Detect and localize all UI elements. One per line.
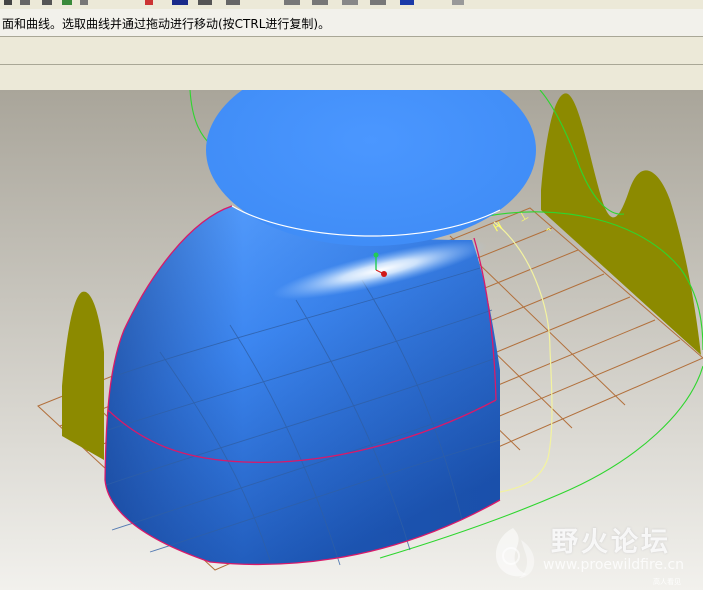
dim-label-arrow: ⌃: [544, 226, 553, 239]
dashboard-bar: [0, 37, 703, 65]
graphics-viewport[interactable]: H ⊥ ⌃ 野火论坛 www.proewildfire.cn 高人看见: [0, 90, 703, 590]
toolbar-icon[interactable]: [226, 0, 240, 5]
model-view[interactable]: H ⊥ ⌃: [0, 90, 703, 590]
toolbar-icon[interactable]: [370, 0, 386, 5]
message-bar: 面和曲线。选取曲线并通过拖动进行移动(按CTRL进行复制)。: [0, 9, 703, 37]
watermark-title: 野火论坛: [551, 527, 671, 558]
toolbar-icon[interactable]: [20, 0, 30, 5]
toolbar-icon[interactable]: [42, 0, 52, 5]
toolbar-icon[interactable]: [145, 0, 153, 5]
toolbar-icon[interactable]: [172, 0, 188, 5]
watermark-small-text: 高人看见: [653, 578, 681, 586]
toolbar-icon[interactable]: [62, 0, 72, 5]
watermark-url: www.proewildfire.cn: [543, 557, 685, 573]
toolbar-icon[interactable]: [452, 0, 464, 5]
toolbar-icon[interactable]: [400, 0, 414, 5]
message-text: 面和曲线。选取曲线并通过拖动进行移动(按CTRL进行复制)。: [2, 17, 331, 31]
toolbar-icon[interactable]: [342, 0, 358, 5]
toolbar-icon[interactable]: [284, 0, 300, 5]
watermark: 野火论坛 www.proewildfire.cn 高人看见: [483, 518, 695, 586]
toolbar-icon[interactable]: [80, 0, 88, 5]
toolbar-icon[interactable]: [4, 0, 12, 5]
flame-logo-icon: [495, 528, 535, 578]
toolbar-icon[interactable]: [312, 0, 328, 5]
toolbar-icon[interactable]: [198, 0, 212, 5]
separator-bar: [0, 65, 703, 91]
